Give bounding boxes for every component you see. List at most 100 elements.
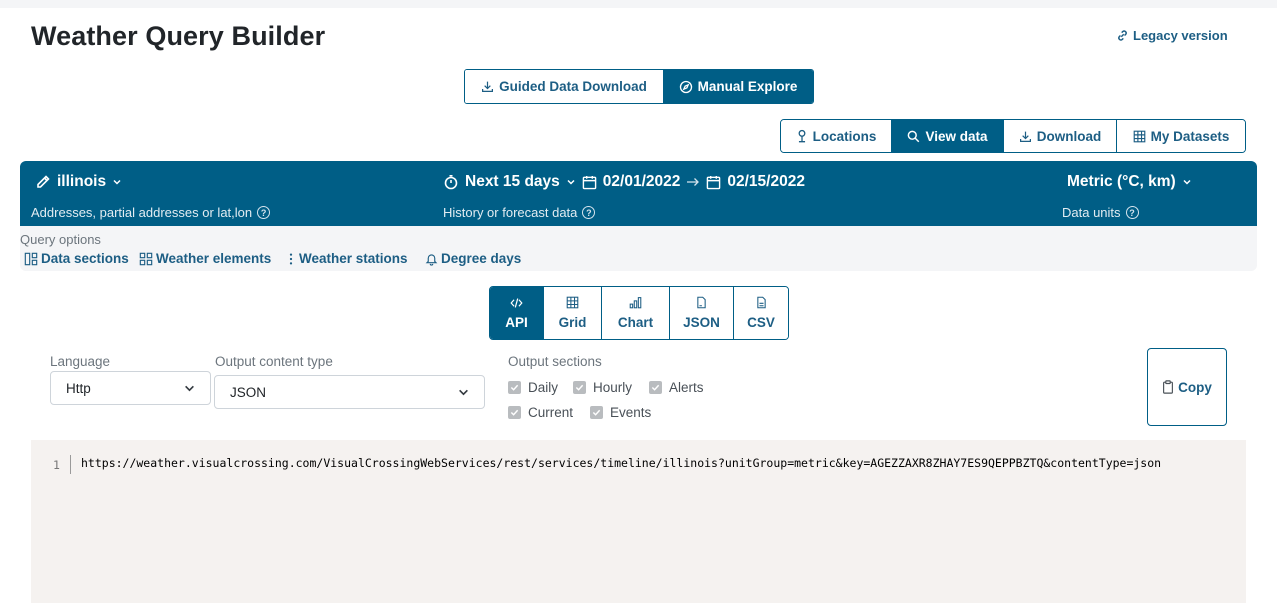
tab-view-data[interactable]: View data <box>892 120 1004 152</box>
tab-csv-label: CSV <box>747 315 775 330</box>
section-hourly-checkbox[interactable]: Hourly <box>573 380 632 395</box>
code-editor[interactable]: 1 https://weather.visualcrossing.com/Vis… <box>31 440 1246 603</box>
period-help: History or forecast data ? <box>443 205 596 220</box>
guided-data-download-button[interactable]: Guided Data Download <box>465 70 663 103</box>
period-value: Next 15 days <box>465 173 560 190</box>
query-bar: illinois Addresses, partial addresses or… <box>20 161 1257 226</box>
top-strip <box>0 0 1277 8</box>
chevron-down-icon <box>1182 177 1192 187</box>
location-help-text: Addresses, partial addresses or lat,lon <box>31 205 253 220</box>
manual-explore-button[interactable]: Manual Explore <box>663 70 813 103</box>
stopwatch-icon <box>443 174 459 190</box>
degree-days-button[interactable]: Degree days <box>425 251 521 266</box>
units-value: Metric (°C, km) <box>1067 173 1176 190</box>
data-sections-label: Data sections <box>41 251 129 266</box>
bar-chart-icon <box>629 296 642 309</box>
tab-json[interactable]: JSON <box>670 287 734 339</box>
section-events-checkbox[interactable]: Events <box>590 405 651 420</box>
output-sections-label: Output sections <box>508 354 602 369</box>
weather-stations-label: Weather stations <box>299 251 408 266</box>
tab-view-data-label: View data <box>925 128 988 144</box>
pin-icon <box>796 129 808 143</box>
tab-download[interactable]: Download <box>1004 120 1117 152</box>
checkmark-icon <box>590 406 603 419</box>
query-options: Query options Data sections Weather elem… <box>20 226 1257 271</box>
language-label: Language <box>50 354 111 369</box>
weather-elements-button[interactable]: Weather elements <box>139 251 271 266</box>
section-events-label: Events <box>610 405 652 420</box>
calendar-icon <box>582 175 597 190</box>
tab-csv[interactable]: CSV <box>734 287 788 339</box>
clipboard-icon <box>1162 380 1174 394</box>
copy-label: Copy <box>1178 379 1212 395</box>
section-alerts-checkbox[interactable]: Alerts <box>649 380 704 395</box>
api-url[interactable]: https://weather.visualcrossing.com/Visua… <box>81 456 1161 470</box>
section-current-checkbox[interactable]: Current <box>508 405 573 420</box>
bell-icon <box>425 252 438 266</box>
tab-locations-label: Locations <box>812 128 877 144</box>
download-icon <box>481 80 494 93</box>
tab-json-label: JSON <box>683 315 720 330</box>
location-value: illinois <box>57 173 107 190</box>
section-hourly-label: Hourly <box>593 380 633 395</box>
calendar-icon <box>706 175 721 190</box>
question-icon[interactable]: ? <box>257 206 271 219</box>
legacy-version-label: Legacy version <box>1133 28 1228 43</box>
checkmark-icon <box>508 406 521 419</box>
code-icon <box>510 297 523 309</box>
mode-toggle: Guided Data Download Manual Explore <box>464 69 814 104</box>
sections-icon <box>24 252 38 266</box>
tab-api[interactable]: API <box>490 287 544 339</box>
line-number: 1 <box>53 458 60 472</box>
location-selector[interactable]: illinois <box>35 173 122 191</box>
checkmark-icon <box>573 381 586 394</box>
question-icon[interactable]: ? <box>1125 206 1139 219</box>
question-icon[interactable]: ? <box>582 206 596 219</box>
guided-data-download-label: Guided Data Download <box>499 79 647 94</box>
file-icon <box>696 296 707 309</box>
query-options-label: Query options <box>20 232 101 247</box>
tab-chart[interactable]: Chart <box>602 287 670 339</box>
tab-my-datasets[interactable]: My Datasets <box>1117 120 1245 152</box>
table-icon <box>566 296 579 309</box>
section-current-label: Current <box>528 405 574 420</box>
grid-icon <box>1133 130 1146 143</box>
link-icon <box>1116 29 1129 42</box>
period-selector[interactable]: Next 15 days 02/01/2022 02/15/2022 <box>443 173 805 191</box>
data-sections-button[interactable]: Data sections <box>24 251 129 266</box>
content-type-label: Output content type <box>215 354 333 369</box>
tab-locations[interactable]: Locations <box>781 120 892 152</box>
file-icon <box>756 296 767 309</box>
page-title: Weather Query Builder <box>31 21 326 51</box>
tab-chart-label: Chart <box>617 315 654 330</box>
tab-grid[interactable]: Grid <box>544 287 602 339</box>
section-alerts-label: Alerts <box>669 380 704 395</box>
arrow-right-icon <box>686 176 700 188</box>
checkmark-icon <box>649 381 662 394</box>
language-value: Http <box>66 380 91 396</box>
content-type-value: JSON <box>230 384 267 400</box>
search-icon <box>907 130 920 143</box>
weather-elements-label: Weather elements <box>156 251 272 266</box>
checkmark-icon <box>508 381 521 394</box>
output-tabs: API Grid Chart JSON CSV <box>489 286 789 340</box>
start-date[interactable]: 02/01/2022 <box>603 173 681 191</box>
tab-grid-label: Grid <box>558 315 587 330</box>
degree-days-label: Degree days <box>441 251 522 266</box>
end-date[interactable]: 02/15/2022 <box>727 173 805 191</box>
language-select[interactable]: Http <box>50 371 211 405</box>
period-help-text: History or forecast data <box>443 205 578 220</box>
legacy-version-link[interactable]: Legacy version <box>1116 28 1228 43</box>
location-help: Addresses, partial addresses or lat,lon … <box>31 205 271 220</box>
view-tabs: Locations View data Download My Datasets <box>780 119 1246 153</box>
chevron-down-icon <box>112 177 122 187</box>
units-selector[interactable]: Metric (°C, km) <box>1067 173 1192 191</box>
tab-my-datasets-label: My Datasets <box>1150 128 1230 144</box>
content-type-select[interactable]: JSON <box>214 375 485 409</box>
units-help: Data units ? <box>1062 205 1139 220</box>
vertical-dots-icon <box>286 252 296 266</box>
weather-stations-button[interactable]: Weather stations <box>286 251 408 266</box>
section-daily-checkbox[interactable]: Daily <box>508 380 558 395</box>
chevron-down-icon <box>184 383 195 394</box>
copy-button[interactable]: Copy <box>1147 348 1227 426</box>
